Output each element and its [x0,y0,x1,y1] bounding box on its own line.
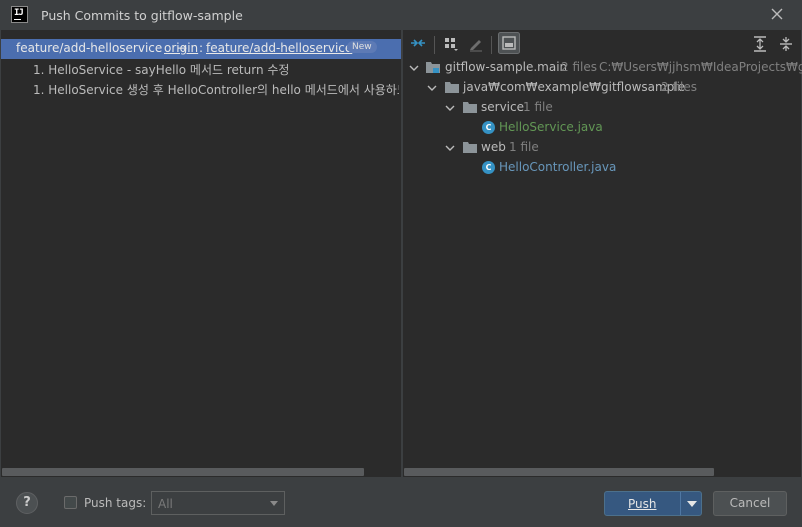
window-title: Push Commits to gitflow-sample [41,8,243,23]
folder-file-count: 1 file [523,100,553,114]
tree-row-module[interactable]: gitflow-sample.main 2 files C:₩Users₩jjh… [403,58,802,78]
folder-icon [445,82,459,93]
intellij-app-icon: IJ [11,6,28,23]
tags-select-value: All [158,497,173,511]
branch-separator: : [199,41,204,55]
package-name: java₩com₩example₩gitflowsample [463,80,686,94]
chevron-down-icon [270,501,278,506]
push-tags-checkbox[interactable] [64,496,77,509]
help-button[interactable]: ? [16,492,38,514]
module-path: C:₩Users₩jjhsm₩IdeaProjects₩gitflow [599,60,802,74]
module-name: gitflow-sample.main [445,60,568,74]
chevron-down-icon[interactable] [427,83,437,93]
target-branch-link[interactable]: feature/add-helloservice [206,41,352,55]
push-button[interactable]: Push [604,491,702,516]
commit-item[interactable]: 1. HelloService - sayHello 메서드 return 수정 [33,61,399,78]
tree-row-file[interactable]: C HelloController.java [403,158,801,178]
expand-all-icon[interactable] [751,35,769,53]
push-options-dropdown-icon[interactable] [687,501,697,507]
collapse-all-icon[interactable] [777,35,795,53]
module-file-count: 2 files [561,60,597,74]
group-by-icon[interactable] [443,35,461,53]
folder-icon [463,142,477,153]
commits-panel: feature/add-helloservice → origin : feat… [1,30,401,477]
push-button-label: Push [628,497,657,511]
module-folder-icon [426,62,440,73]
chevron-down-icon[interactable] [409,63,419,73]
local-branch: feature/add-helloservice [16,41,163,55]
new-badge: New [347,41,377,53]
title-bar: IJ Push Commits to gitflow-sample [0,0,802,30]
commit-item[interactable]: 1. HelloService 생성 후 HelloController의 he… [33,81,399,98]
folder-name: web [481,140,506,154]
cancel-button[interactable]: Cancel [713,491,787,516]
tree-row-package[interactable]: java₩com₩example₩gitflowsample 2 files [403,78,801,98]
view-diff-icon[interactable] [498,32,520,54]
remote-link[interactable]: origin [164,41,198,55]
split-divider [680,492,681,515]
file-name: HelloController.java [499,160,617,174]
file-name: HelloService.java [499,120,603,134]
java-class-icon: C [482,161,495,174]
tree-row-web[interactable]: web 1 file [403,138,801,158]
folder-name: service [481,100,524,114]
folder-file-count: 1 file [509,140,539,154]
chevron-down-icon[interactable] [445,103,455,113]
edit-source-icon[interactable] [467,35,485,53]
commits-horizontal-scrollbar[interactable] [2,468,364,476]
tree-horizontal-scrollbar[interactable] [404,468,714,476]
dialog-footer: ? Push tags: All Push Cancel [0,478,802,527]
close-icon[interactable] [769,6,785,22]
toolbar-separator [491,36,492,54]
tree-row-service[interactable]: service 1 file [403,98,801,118]
expand-vcs-icon[interactable] [409,34,427,52]
push-tags-label[interactable]: Push tags: [84,496,146,510]
package-file-count: 2 files [661,80,697,94]
tags-select[interactable]: All [151,491,285,515]
java-class-icon: C [482,121,495,134]
folder-icon [463,102,477,113]
toolbar-separator [434,36,435,54]
branch-row[interactable]: feature/add-helloservice → origin : feat… [1,39,401,59]
tree-row-file[interactable]: C HelloService.java [403,118,801,138]
chevron-down-icon[interactable] [445,143,455,153]
changes-panel: gitflow-sample.main 2 files C:₩Users₩jjh… [403,30,802,477]
